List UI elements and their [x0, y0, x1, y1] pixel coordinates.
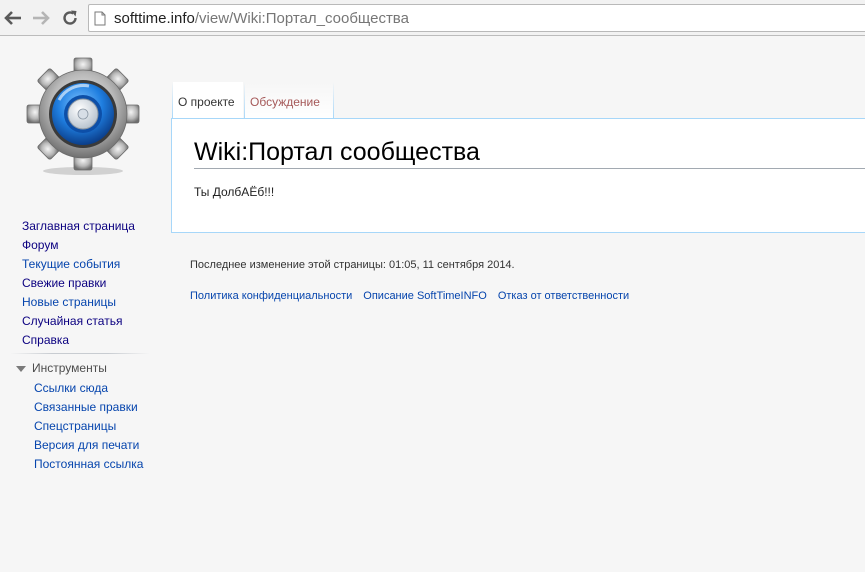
forward-arrow-icon[interactable]: [31, 8, 51, 28]
address-bar[interactable]: softtime.info/view/Wiki:Портал_сообществ…: [88, 4, 865, 32]
title-divider: [194, 168, 865, 169]
browser-toolbar: softtime.info/view/Wiki:Портал_сообществ…: [0, 0, 865, 36]
tools-heading[interactable]: Инструменты: [16, 361, 107, 375]
collapse-triangle-icon[interactable]: [16, 365, 26, 372]
sidebar-item-new-pages[interactable]: Новые страницы: [22, 295, 135, 314]
reload-icon[interactable]: [60, 8, 80, 28]
last-modified-info: Последнее изменение этой страницы: 01:05…: [190, 259, 515, 271]
tools-item-printable-version[interactable]: Версия для печати: [34, 438, 143, 457]
tab-label: О проекте: [178, 95, 235, 109]
back-arrow-icon[interactable]: [3, 8, 23, 28]
footer-links: Политика конфиденциальности Описание Sof…: [190, 290, 629, 302]
sidebar-item-label[interactable]: Справка: [22, 333, 69, 347]
gear-logo[interactable]: [26, 57, 140, 177]
tools-item-what-links-here[interactable]: Ссылки сюда: [34, 381, 143, 400]
tools-item-special-pages[interactable]: Спецстраницы: [34, 419, 143, 438]
tab-separator: [333, 82, 334, 119]
tools-heading-label: Инструменты: [32, 361, 107, 375]
tab-label: Обсуждение: [250, 95, 320, 109]
url-host: softtime.info: [114, 10, 195, 27]
page-icon: [94, 11, 106, 31]
sidebar-item-forum[interactable]: Форум: [22, 238, 135, 257]
tab-about[interactable]: О проекте: [173, 82, 243, 119]
sidebar-item-main-page[interactable]: Заглавная страница: [22, 219, 135, 238]
sidebar-item-label[interactable]: Новые страницы: [22, 295, 116, 309]
sidebar-item-recent-changes[interactable]: Свежие правки: [22, 276, 135, 295]
url-text[interactable]: softtime.info/view/Wiki:Портал_сообществ…: [114, 10, 409, 28]
sidebar-item-label[interactable]: Случайная статья: [22, 314, 122, 328]
tools-item-label[interactable]: Версия для печати: [34, 438, 139, 452]
tools-item-label[interactable]: Постоянная ссылка: [34, 457, 143, 471]
footer-link-disclaimer[interactable]: Отказ от ответственности: [498, 290, 629, 302]
tools-item-permanent-link[interactable]: Постоянная ссылка: [34, 457, 143, 476]
tools-list: Ссылки сюда Связанные правки Спецстраниц…: [34, 381, 143, 476]
sidebar-item-help[interactable]: Справка: [22, 333, 135, 352]
sidebar-item-current-events[interactable]: Текущие события: [22, 257, 135, 276]
tools-item-label[interactable]: Ссылки сюда: [34, 381, 108, 395]
url-path: /view/Wiki:Портал_сообщества: [194, 10, 409, 27]
sidebar-item-label[interactable]: Форум: [22, 238, 58, 252]
sidebar-item-label[interactable]: Текущие события: [22, 257, 120, 271]
tools-item-label[interactable]: Спецстраницы: [34, 419, 116, 433]
tab-discussion[interactable]: Обсуждение: [245, 82, 333, 119]
tools-item-label[interactable]: Связанные правки: [34, 400, 138, 414]
footer-link-privacy[interactable]: Политика конфиденциальности: [190, 290, 352, 302]
page-body-text: Ты ДолбАЁб!!!: [194, 185, 275, 199]
sidebar-item-label[interactable]: Заглавная страница: [22, 219, 135, 233]
sidebar-divider: [10, 353, 150, 354]
sidebar-item-label[interactable]: Свежие правки: [22, 276, 106, 290]
content-area: Wiki:Портал сообщества Ты ДолбАЁб!!!: [171, 118, 865, 233]
sidebar-navigation: Заглавная страница Форум Текущие события…: [22, 219, 135, 352]
footer-link-about[interactable]: Описание SoftTimeINFO: [363, 290, 487, 302]
tools-item-related-changes[interactable]: Связанные правки: [34, 400, 143, 419]
sidebar-item-random-article[interactable]: Случайная статья: [22, 314, 135, 333]
page-title: Wiki:Портал сообщества: [194, 138, 480, 166]
